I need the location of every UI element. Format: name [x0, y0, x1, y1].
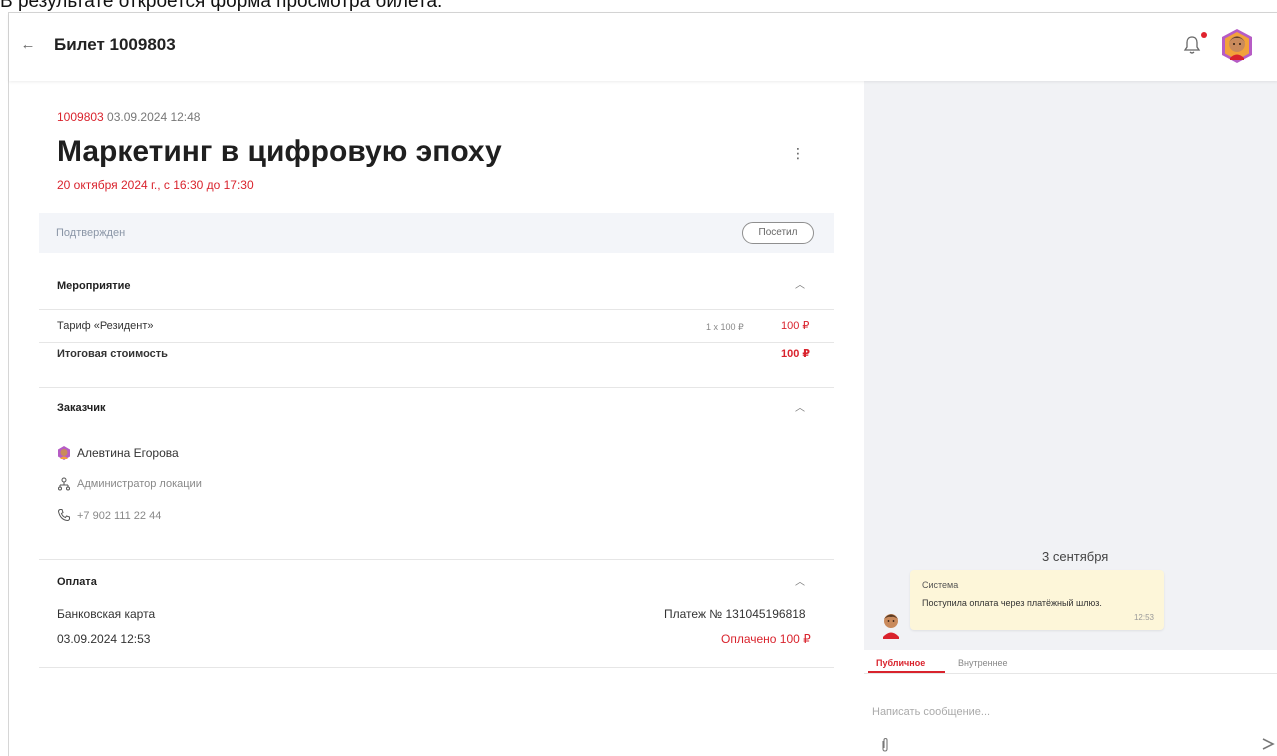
chevron-up-icon: ︿ — [795, 280, 805, 291]
total-label: Итоговая стоимость — [57, 348, 168, 360]
more-vertical-icon: ⋮ — [791, 145, 805, 161]
ticket-number[interactable]: 1009803 — [57, 110, 104, 124]
customer-section-title: Заказчик — [57, 402, 106, 414]
payment-status: Оплачено 100 ₽ — [721, 632, 811, 646]
message-time: 12:53 — [1133, 613, 1154, 622]
more-menu-button[interactable]: ⋮ — [791, 143, 805, 163]
back-button[interactable]: ← — [18, 35, 38, 55]
divider — [864, 673, 1277, 674]
system-avatar-icon — [883, 614, 899, 639]
ticket-created: 03.09.2024 12:48 — [103, 110, 201, 124]
arrow-left-icon: ← — [20, 36, 36, 53]
attach-button[interactable] — [878, 737, 892, 753]
payment-method: Банковская карта — [57, 607, 156, 621]
chevron-up-icon: ︿ — [795, 577, 805, 588]
user-avatar[interactable] — [1220, 28, 1254, 64]
customer-avatar-icon — [57, 446, 71, 460]
system-avatar — [878, 611, 904, 639]
divider — [39, 387, 834, 388]
tariff-price: 100 ₽ — [781, 320, 810, 332]
app-window: ← Билет 1009803 1009803 03.09.2024 12:48… — [8, 12, 1277, 756]
ticket-meta: 1009803 03.09.2024 12:48 — [57, 109, 200, 125]
tab-internal[interactable]: Внутреннее — [958, 657, 1008, 669]
visited-button[interactable]: Посетил — [742, 222, 814, 244]
notification-badge — [1201, 32, 1207, 38]
chevron-up-icon: ︿ — [795, 403, 805, 414]
notifications-button[interactable] — [1182, 33, 1202, 57]
message-composer: Публичное Внутреннее — [864, 650, 1277, 756]
tab-public[interactable]: Публичное — [876, 657, 925, 669]
customer-section-toggle[interactable]: ︿ — [793, 402, 807, 416]
send-button[interactable] — [1261, 736, 1275, 752]
send-icon — [1262, 738, 1275, 750]
payment-section-title: Оплата — [57, 576, 97, 588]
divider — [39, 559, 834, 560]
user-avatar-icon — [1222, 29, 1252, 63]
tariff-quantity: 1 x 100 ₽ — [706, 322, 744, 332]
bell-icon — [1183, 36, 1201, 54]
chat-panel: 3 сентября Система Поступила оплата чере… — [864, 81, 1277, 756]
status-bar: Подтвержден Посетил — [39, 213, 834, 253]
event-section-title: Мероприятие — [57, 280, 131, 292]
divider — [39, 342, 834, 343]
divider — [39, 667, 834, 668]
top-bar: ← Билет 1009803 — [9, 13, 1277, 81]
chat-message: Система Поступила оплата через платёжный… — [910, 570, 1164, 630]
payment-number: Платеж № 131045196818 — [664, 607, 806, 621]
page-title: Билет 1009803 — [54, 35, 176, 54]
chat-date-separator: 3 сентября — [1042, 549, 1109, 564]
paperclip-icon — [882, 737, 888, 752]
org-structure-icon — [57, 477, 71, 491]
phone-icon — [57, 508, 71, 522]
customer-name[interactable]: Алевтина Егорова — [77, 446, 179, 460]
status-label: Подтвержден — [56, 227, 126, 239]
divider — [39, 309, 834, 310]
payment-section-toggle[interactable]: ︿ — [793, 576, 807, 590]
page-caption: В результате откроется форма просмотра б… — [0, 0, 443, 12]
customer-role: Администратор локации — [77, 478, 202, 490]
ticket-details-panel: 1009803 03.09.2024 12:48 Маркетинг в циф… — [9, 81, 864, 756]
message-text: Поступила оплата через платёжный шлюз. — [922, 598, 1102, 608]
message-input[interactable] — [872, 702, 1252, 722]
payment-date: 03.09.2024 12:53 — [57, 632, 151, 646]
total-value: 100 ₽ — [781, 348, 811, 360]
event-section-toggle[interactable]: ︿ — [793, 279, 807, 293]
event-date: 20 октября 2024 г., с 16:30 до 17:30 — [57, 178, 254, 192]
customer-phone[interactable]: +7 902 111 22 44 — [77, 509, 161, 523]
event-title: Маркетинг в цифровую эпоху — [57, 135, 502, 168]
message-sender: Система — [922, 580, 959, 590]
tariff-name: Тариф «Резидент» — [57, 320, 154, 332]
